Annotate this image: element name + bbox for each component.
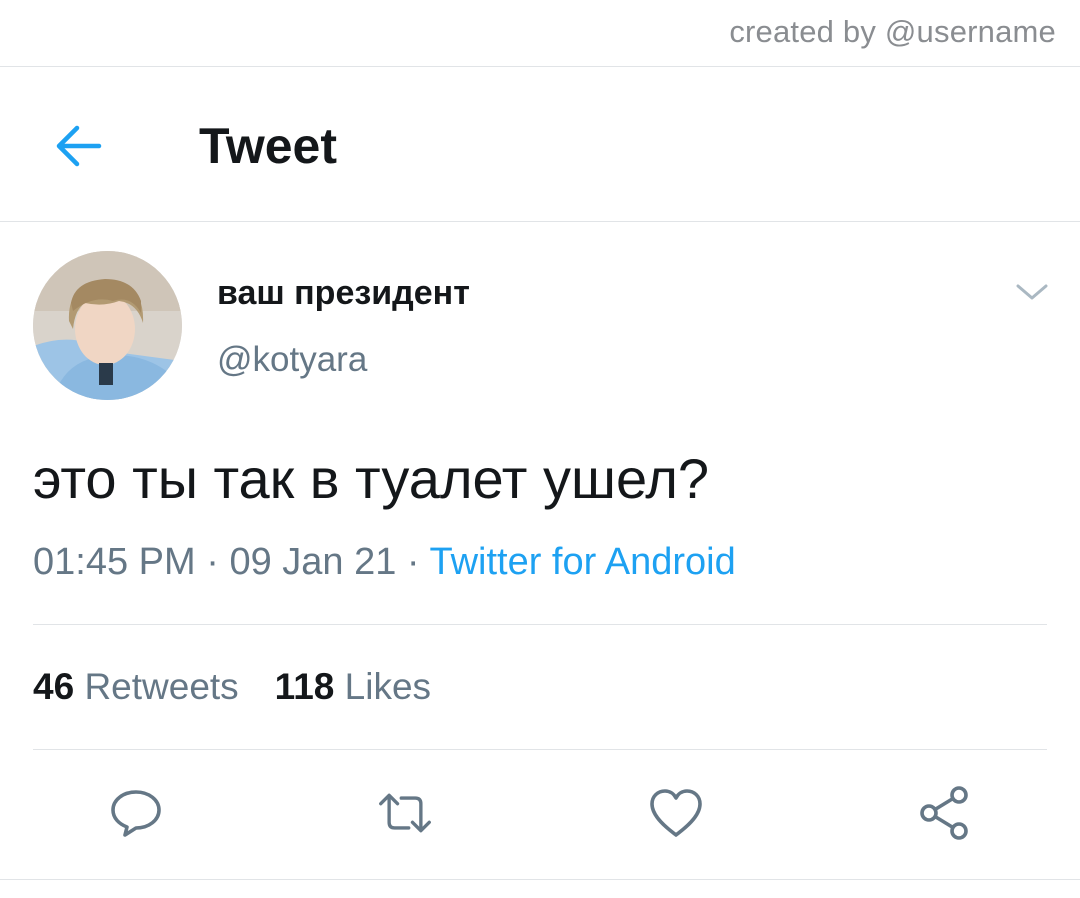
heart-icon xyxy=(650,789,702,837)
page-title: Tweet xyxy=(199,118,337,174)
chevron-down-icon xyxy=(1016,284,1048,300)
divider xyxy=(0,66,1080,67)
like-button[interactable] xyxy=(648,785,704,841)
retweet-icon xyxy=(379,793,431,833)
share-icon xyxy=(920,786,968,840)
likes-count: 118 xyxy=(274,666,335,707)
meta-separator: · xyxy=(406,541,420,583)
retweets-label: Retweets xyxy=(84,666,239,707)
avatar-photo xyxy=(33,251,182,400)
likes-label: Likes xyxy=(344,666,432,707)
tweet-time: 01:45 PM xyxy=(33,541,196,583)
arrow-left-icon xyxy=(56,125,102,167)
tweet-date: 09 Jan 21 xyxy=(229,541,397,583)
tweet-meta: 01:45 PM · 09 Jan 21 · Twitter for Andro… xyxy=(33,541,736,584)
tweet-text: это ты так в туалет ушел? xyxy=(33,447,710,510)
back-button[interactable] xyxy=(50,118,106,174)
reply-icon xyxy=(111,790,161,837)
author-handle[interactable]: @kotyara xyxy=(217,340,367,380)
retweet-button[interactable] xyxy=(377,785,433,841)
retweets-stat[interactable]: 46 Retweets xyxy=(33,666,239,708)
reply-button[interactable] xyxy=(108,785,164,841)
author-display-name[interactable]: ваш президент xyxy=(217,274,470,313)
tweet-stats: 46 Retweets 118 Likes xyxy=(33,666,431,708)
meta-separator: · xyxy=(206,541,219,583)
header-divider xyxy=(0,221,1080,222)
divider xyxy=(33,624,1047,625)
divider xyxy=(0,879,1080,880)
likes-stat[interactable]: 118 Likes xyxy=(275,666,431,708)
watermark: created by @username xyxy=(729,14,1056,49)
divider xyxy=(33,749,1047,750)
avatar[interactable] xyxy=(33,251,182,400)
more-options-button[interactable] xyxy=(1012,275,1052,309)
tweet-source-link[interactable]: Twitter for Android xyxy=(429,541,735,583)
share-button[interactable] xyxy=(917,785,973,841)
retweets-count: 46 xyxy=(33,666,75,707)
